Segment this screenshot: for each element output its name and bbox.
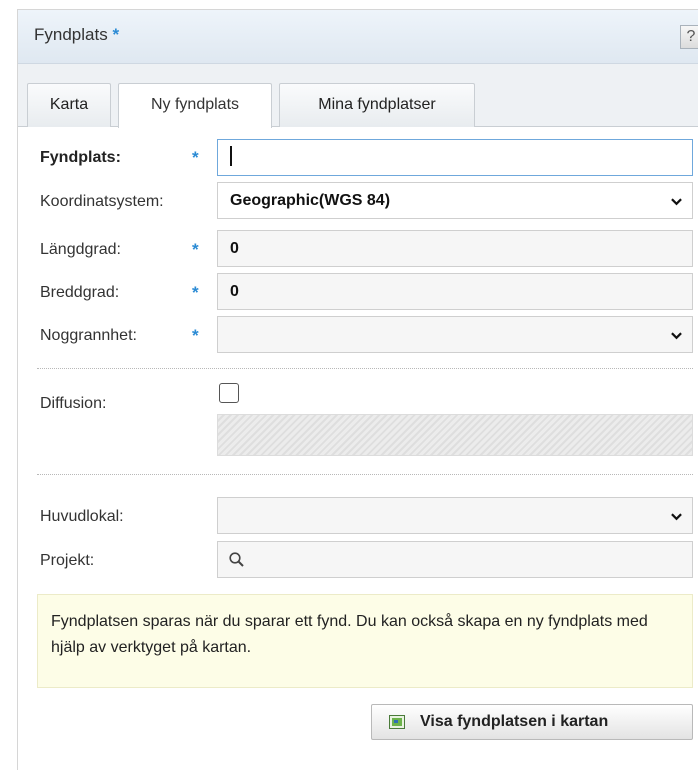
show-on-map-label: Visa fyndplatsen i kartan [420,713,609,730]
noggrannhet-required-star: * [192,326,199,345]
koordinatsystem-selected: Geographic(WGS 84) [230,192,391,209]
search-icon [229,552,244,567]
chevron-down-icon [671,198,682,206]
row-fyndplats: Fyndplats: * [17,138,698,178]
langdgrad-label: Längdgrad: [40,241,121,258]
koordinatsystem-label: Koordinatsystem: [40,193,164,210]
langdgrad-input[interactable]: 0 [217,230,693,267]
diffusion-label: Diffusion: [40,395,107,412]
chevron-down-icon [671,513,682,521]
info-notice: Fyndplatsen sparas när du sparar ett fyn… [37,594,693,688]
diffusion-disabled-field [217,414,693,456]
row-langdgrad: Längdgrad: * 0 [17,230,698,270]
koordinatsystem-select[interactable]: Geographic(WGS 84) [217,182,693,219]
noggrannhet-select[interactable] [217,316,693,353]
row-koordinatsystem: Koordinatsystem: Geographic(WGS 84) [17,182,698,222]
projekt-label: Projekt: [40,552,95,569]
diffusion-checkbox[interactable] [219,383,239,403]
projekt-search-input[interactable] [217,541,693,578]
fyndplats-required-star: * [192,148,199,167]
divider [37,368,693,369]
breddgrad-label: Breddgrad: [40,284,120,301]
breddgrad-input[interactable]: 0 [217,273,693,310]
chevron-down-icon [671,332,682,340]
breddgrad-required-star: * [192,283,199,302]
fyndplats-label: Fyndplats: [40,149,121,166]
row-projekt: Projekt: [17,541,698,581]
fyndplats-input[interactable] [217,139,693,176]
text-caret [230,146,232,167]
map-icon [389,715,405,729]
noggrannhet-label: Noggrannhet: [40,327,137,344]
row-noggrannhet: Noggrannhet: * [17,316,698,356]
divider [37,474,693,475]
show-on-map-button[interactable]: Visa fyndplatsen i kartan [371,704,693,740]
row-breddgrad: Breddgrad: * 0 [17,273,698,313]
huvudlokal-label: Huvudlokal: [40,508,124,525]
langdgrad-required-star: * [192,240,199,259]
form-area: Fyndplats: * Koordinatsystem: Geographic… [17,0,698,770]
row-huvudlokal: Huvudlokal: [17,497,698,537]
huvudlokal-select[interactable] [217,497,693,534]
